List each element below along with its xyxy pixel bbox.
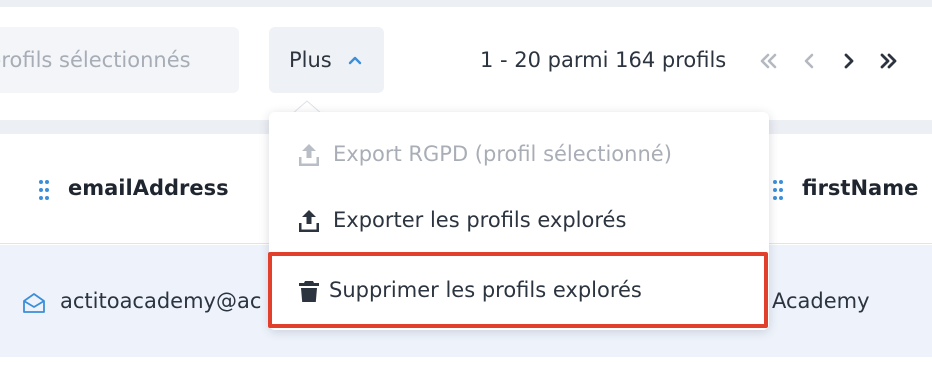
chevron-up-icon	[348, 56, 362, 65]
selected-profiles-button[interactable]: profils sélectionnés	[0, 27, 239, 93]
more-button[interactable]: Plus	[269, 27, 384, 93]
cell-email: actitoacademy@ac	[60, 289, 262, 313]
toolbar: profils sélectionnés Plus 1 - 20 parmi 1…	[0, 7, 932, 120]
next-page-icon[interactable]	[838, 52, 860, 70]
menu-item-label: Exporter les profils explorés	[333, 208, 627, 232]
more-dropdown-menu: Export RGPD (profil sélectionné) Exporte…	[269, 112, 769, 330]
top-strip	[0, 0, 932, 7]
menu-item-export-rgpd[interactable]: Export RGPD (profil sélectionné)	[269, 122, 769, 188]
cell-firstname: Academy	[772, 289, 870, 313]
more-button-label: Plus	[289, 48, 332, 72]
upload-icon	[299, 144, 319, 166]
drag-handle-icon[interactable]	[38, 179, 50, 201]
menu-item-label: Export RGPD (profil sélectionné)	[333, 142, 672, 166]
last-page-icon[interactable]	[878, 52, 900, 70]
column-header-email[interactable]: emailAddress	[68, 176, 229, 200]
envelope-open-icon	[23, 293, 45, 313]
first-page-icon[interactable]	[758, 52, 780, 70]
pagination-text: 1 - 20 parmi 164 profils	[480, 48, 727, 72]
menu-item-export-profiles[interactable]: Exporter les profils explorés	[269, 188, 769, 254]
trash-icon	[299, 281, 319, 302]
previous-page-icon[interactable]	[799, 52, 821, 70]
menu-item-delete-profiles[interactable]: Supprimer les profils explorés	[269, 258, 769, 324]
menu-item-label: Supprimer les profils explorés	[329, 278, 642, 302]
column-header-firstname[interactable]: firstName	[802, 176, 918, 200]
selected-profiles-label: profils sélectionnés	[0, 48, 191, 72]
drag-handle-icon[interactable]	[772, 179, 784, 201]
upload-icon	[299, 210, 319, 232]
